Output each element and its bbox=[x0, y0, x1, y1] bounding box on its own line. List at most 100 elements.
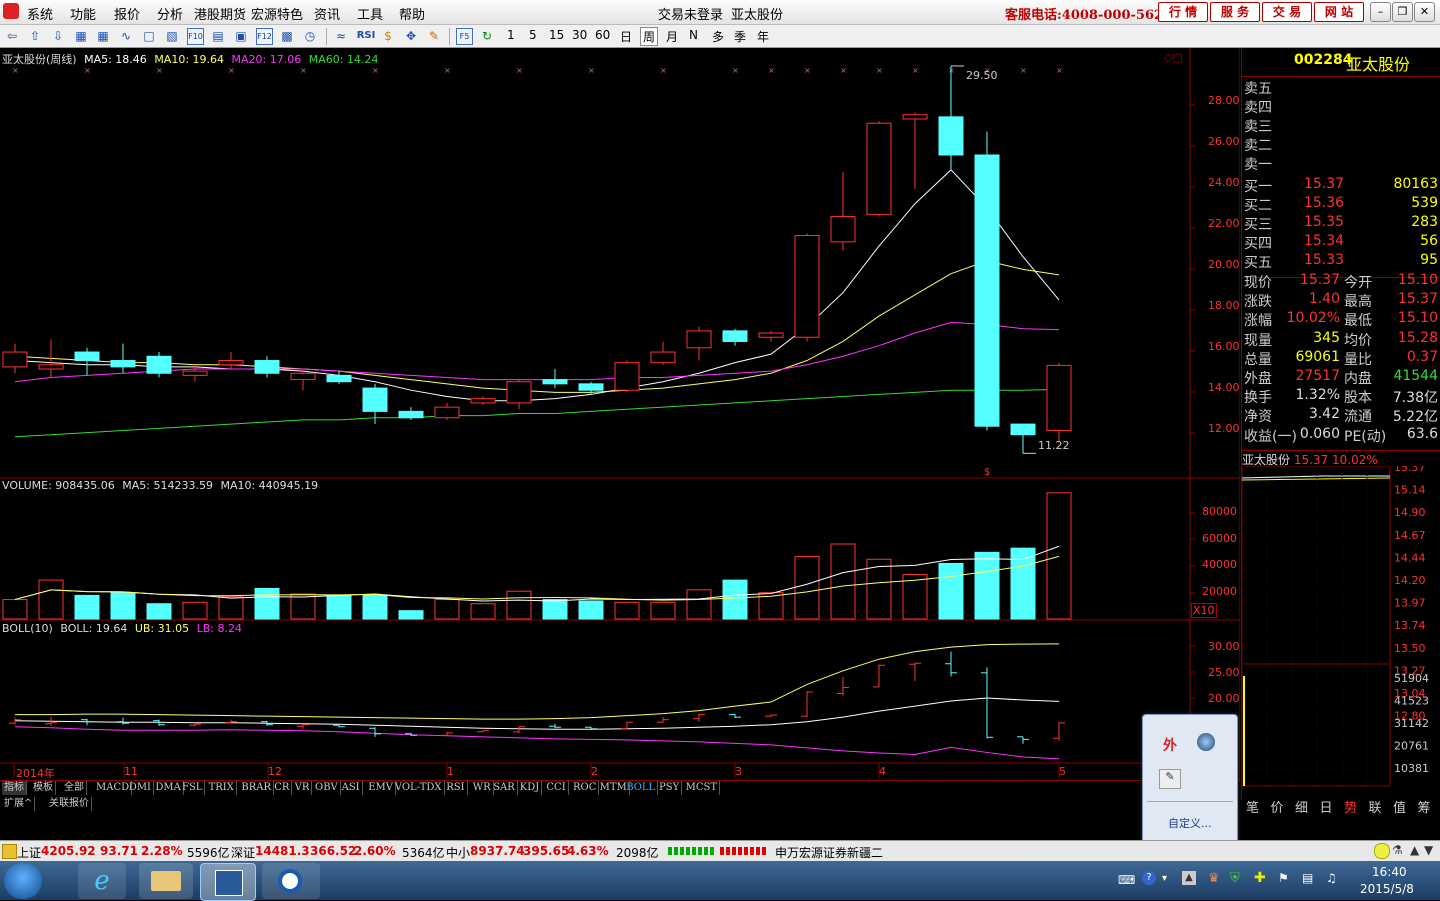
chart-canvas[interactable]: ××××××××××××××××××××$ bbox=[0, 48, 1240, 780]
quote-button[interactable]: 行 情 bbox=[1158, 2, 1208, 22]
refresh-icon[interactable]: ↻ bbox=[479, 28, 495, 44]
tab-indicator-psy[interactable]: PSY bbox=[657, 781, 683, 795]
menu-quote[interactable]: 报价 bbox=[114, 4, 140, 23]
scroll-up-icon[interactable]: ▲ bbox=[1410, 843, 1419, 857]
service-button[interactable]: 服 务 bbox=[1210, 2, 1260, 22]
scroll-down-icon[interactable]: ▼ bbox=[1424, 843, 1433, 857]
up-arrow-icon[interactable]: ⇧ bbox=[27, 28, 43, 44]
f10-icon[interactable]: F10 bbox=[187, 28, 204, 45]
tab-indicator-dmi[interactable]: DMI bbox=[127, 781, 155, 795]
menu-hongyuan[interactable]: 宏源特色 bbox=[251, 4, 303, 23]
buy-row[interactable]: 买三 15.35 283 bbox=[1244, 214, 1440, 233]
period-multi[interactable]: 多 bbox=[712, 28, 724, 45]
tab-indicator-rsi[interactable]: RSI bbox=[444, 781, 468, 795]
tab-indicator-brar[interactable]: BRAR bbox=[239, 781, 275, 795]
volume-icon[interactable]: ♫ bbox=[1326, 871, 1337, 885]
tray-expand-icon[interactable]: ▾ bbox=[1162, 873, 1167, 884]
tab-template[interactable]: 模板 bbox=[31, 781, 56, 795]
intraday-mini-chart[interactable]: 15.37 15.14 14.90 14.67 14.44 14.20 13.97 13.74… bbox=[1242, 466, 1440, 796]
tab-indicator-vr[interactable]: VR bbox=[293, 781, 313, 795]
quote-tab-2[interactable]: 细 bbox=[1295, 797, 1308, 816]
tab-indicator-obv[interactable]: OBV bbox=[313, 781, 341, 795]
tab-indicator-roc[interactable]: ROC bbox=[571, 781, 600, 795]
candle-chart-icon[interactable]: □ bbox=[141, 28, 157, 44]
trading-app-icon[interactable] bbox=[200, 863, 256, 901]
menu-function[interactable]: 功能 bbox=[70, 4, 96, 23]
flag-icon[interactable]: ⚑ bbox=[1278, 871, 1289, 885]
notes-icon[interactable]: ▤ bbox=[210, 28, 226, 44]
period-year[interactable]: 年 bbox=[757, 28, 769, 45]
move-cross-icon[interactable]: ✥ bbox=[403, 28, 419, 44]
money-icon[interactable]: $ bbox=[380, 28, 396, 44]
period-season[interactable]: 季 bbox=[734, 28, 746, 45]
period-n[interactable]: N bbox=[689, 28, 698, 42]
globe-icon[interactable] bbox=[1197, 733, 1215, 751]
tab-indicator-cr[interactable]: CR bbox=[272, 781, 293, 795]
explorer-folder-icon[interactable] bbox=[139, 863, 193, 899]
quote-tab-1[interactable]: 价 bbox=[1271, 797, 1284, 816]
menu-news[interactable]: 资讯 bbox=[314, 4, 340, 23]
period-day[interactable]: 日 bbox=[620, 28, 632, 45]
menu-system[interactable]: 系统 bbox=[27, 4, 53, 23]
tab-all[interactable]: 全部 bbox=[62, 781, 87, 795]
menu-hk-futures[interactable]: 港股期货 bbox=[194, 4, 246, 23]
line-chart-icon[interactable]: ∿ bbox=[118, 28, 134, 44]
smile-icon[interactable] bbox=[1374, 843, 1390, 859]
plus-icon[interactable]: ✚ bbox=[1254, 870, 1266, 886]
document-icon[interactable]: ▣ bbox=[233, 28, 249, 44]
security-icon[interactable]: ♛ bbox=[1208, 871, 1220, 886]
buy-row[interactable]: 买四 15.34 56 bbox=[1244, 233, 1440, 252]
ie-browser-icon[interactable]: e bbox=[78, 863, 126, 899]
app-icon[interactable] bbox=[262, 863, 320, 899]
quote-tab-4[interactable]: 势 bbox=[1344, 797, 1357, 816]
clock-icon[interactable]: ◷ bbox=[302, 28, 318, 44]
foreign-icon[interactable]: 外 bbox=[1163, 735, 1177, 755]
period-1min[interactable]: 1 bbox=[507, 28, 515, 42]
help-icon[interactable]: ? bbox=[1142, 871, 1156, 885]
tab-indicator-vol-tdx[interactable]: VOL-TDX bbox=[393, 781, 445, 795]
tab-indicator-asi[interactable]: ASI bbox=[340, 781, 363, 795]
menu-help[interactable]: 帮助 bbox=[399, 4, 425, 23]
buy-row[interactable]: 买一 15.37 80163 bbox=[1244, 176, 1440, 195]
shield-icon[interactable]: ⛨ bbox=[1230, 871, 1240, 886]
tab-related-quote[interactable]: 关联报价 bbox=[47, 797, 92, 811]
quote-list-icon[interactable]: ▦ bbox=[73, 28, 89, 44]
tab-indicator-emv[interactable]: EMV bbox=[366, 781, 396, 795]
network-icon[interactable]: ▤ bbox=[1302, 871, 1313, 885]
trade-button[interactable]: 交 易 bbox=[1262, 2, 1312, 22]
grid-table-icon[interactable]: ▦ bbox=[95, 28, 111, 44]
tab-indicator-wr[interactable]: WR bbox=[471, 781, 494, 795]
tab-indicator[interactable]: 指标 bbox=[2, 781, 27, 795]
chart-options-icon[interactable]: ◇□ bbox=[1164, 51, 1183, 64]
tab-indicator-trix[interactable]: TRIX bbox=[207, 781, 237, 795]
rsi-icon[interactable]: RSI bbox=[355, 28, 377, 44]
period-30min[interactable]: 30 bbox=[572, 28, 587, 42]
f10-alt-icon[interactable]: ▩ bbox=[279, 28, 295, 44]
start-button-icon[interactable] bbox=[4, 863, 42, 899]
buy-row[interactable]: 买二 15.36 539 bbox=[1244, 195, 1440, 214]
quote-tab-6[interactable]: 值 bbox=[1393, 797, 1406, 816]
period-15min[interactable]: 15 bbox=[549, 28, 564, 42]
f5-icon[interactable]: F5 bbox=[456, 28, 473, 45]
down-arrow-icon[interactable]: ⇩ bbox=[50, 28, 66, 44]
kline-chart-area[interactable]: ××××××××××××××××××××$ 亚太股份(周线) MA5: 18.4… bbox=[0, 48, 1240, 780]
tab-indicator-mcst[interactable]: MCST bbox=[684, 781, 721, 795]
website-button[interactable]: 网 站 bbox=[1314, 2, 1364, 22]
tab-expand[interactable]: 扩展^ bbox=[2, 797, 36, 811]
clock-date[interactable]: 2015/5/8 bbox=[1360, 882, 1414, 896]
status-icon[interactable] bbox=[2, 844, 17, 859]
clock-time[interactable]: 16:40 bbox=[1372, 865, 1407, 879]
quote-tab-0[interactable]: 笔 bbox=[1246, 797, 1259, 816]
quote-tab-7[interactable]: 筹 bbox=[1418, 797, 1431, 816]
buy-row[interactable]: 买五 15.33 95 bbox=[1244, 252, 1440, 271]
keyboard-icon[interactable]: ⌨ bbox=[1118, 873, 1135, 887]
compare-chart-icon[interactable]: ▧ bbox=[164, 28, 180, 44]
alert-icon[interactable]: ⚗ bbox=[1392, 843, 1403, 857]
indicator-icon[interactable]: ≈ bbox=[333, 28, 349, 44]
quote-tab-3[interactable]: 日 bbox=[1320, 797, 1333, 816]
menu-analysis[interactable]: 分析 bbox=[157, 4, 183, 23]
tab-indicator-sar[interactable]: SAR bbox=[491, 781, 518, 795]
pencil-icon[interactable]: ✎ bbox=[426, 28, 442, 44]
period-month[interactable]: 月 bbox=[666, 28, 678, 45]
customize-link[interactable]: 自定义... bbox=[1168, 815, 1212, 831]
